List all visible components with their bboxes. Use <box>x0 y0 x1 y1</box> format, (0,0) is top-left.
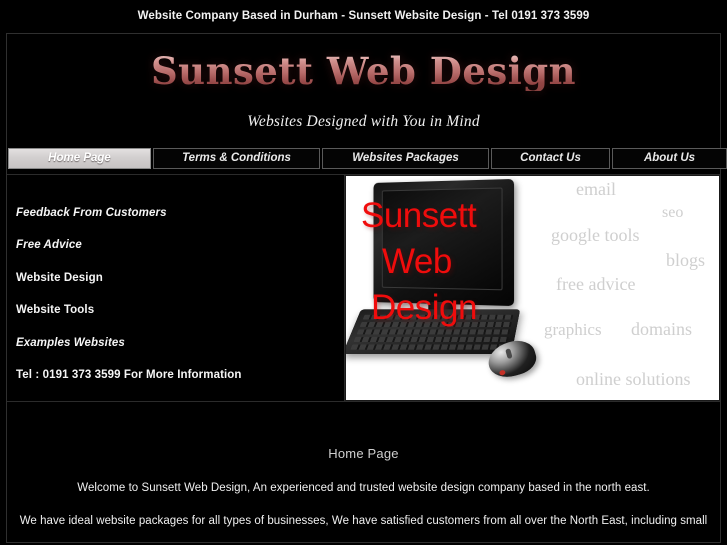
banner-keyword-free-advice: free advice <box>556 273 636 294</box>
tab-websites-packages[interactable]: Websites Packages <box>322 147 489 169</box>
intro-paragraph: Welcome to Sunsett Web Design, An experi… <box>77 481 650 494</box>
site-logo: Sunsett Web Design <box>7 52 720 91</box>
banner-keyword-graphics: graphics <box>544 319 602 339</box>
keyboard-row-icon <box>353 336 509 342</box>
top-strapline: Website Company Based in Durham - Sunset… <box>0 0 727 33</box>
masthead: Sunsett Web Design Websites Designed wit… <box>7 34 720 131</box>
banner-overlay-line-1: Sunsett <box>361 195 477 235</box>
sidebar-item-examples-websites[interactable]: Examples Websites <box>16 337 344 349</box>
main-navigation: Home Page Terms & Conditions Websites Pa… <box>7 147 727 169</box>
banner-image: Sunsett Web Design email seo google tool… <box>345 174 720 401</box>
sidebar-item-website-design[interactable]: Website Design <box>16 272 344 284</box>
sidebar-item-feedback-from-customers[interactable]: Feedback From Customers <box>16 207 344 219</box>
tab-home-page[interactable]: Home Page <box>8 147 151 169</box>
mouse-led-icon <box>498 369 506 376</box>
banner-keyword-email: email <box>576 178 616 199</box>
content-band: Feedback From Customers Free Advice Webs… <box>7 173 720 402</box>
keyboard-row-icon <box>356 329 511 335</box>
tab-contact-us[interactable]: Contact Us <box>491 147 610 169</box>
banner-overlay-line-3: Design <box>371 287 477 327</box>
page-frame: Sunsett Web Design Websites Designed wit… <box>6 33 727 543</box>
page-title: Home Page <box>328 445 399 461</box>
banner-keyword-online-solutions: online solutions <box>576 368 691 389</box>
site-tagline: Websites Designed with You in Mind <box>247 112 480 130</box>
keyboard-row-icon <box>350 344 508 350</box>
banner-keyword-google-tools: google tools <box>551 224 640 245</box>
banner-keyword-blogs: blogs <box>666 249 706 270</box>
main-content: Home Page Welcome to Sunsett Web Design,… <box>7 402 720 529</box>
banner-keyword-seo: seo <box>662 203 684 221</box>
sidebar-menu: Feedback From Customers Free Advice Webs… <box>7 174 345 401</box>
banner-keyword-domains: domains <box>631 318 692 339</box>
sidebar-item-website-tools[interactable]: Website Tools <box>16 304 344 316</box>
sidebar-item-free-advice[interactable]: Free Advice <box>16 239 344 251</box>
tab-about-us[interactable]: About Us <box>612 147 727 169</box>
secondary-paragraph: We have ideal website packages for all t… <box>19 514 708 527</box>
tab-terms-and-conditions[interactable]: Terms & Conditions <box>153 147 320 169</box>
banner-overlay-line-2: Web <box>382 241 452 281</box>
mouse-wheel-icon <box>505 347 513 359</box>
sidebar-item-telephone-information: Tel : 0191 373 3599 For More Information <box>16 369 242 382</box>
